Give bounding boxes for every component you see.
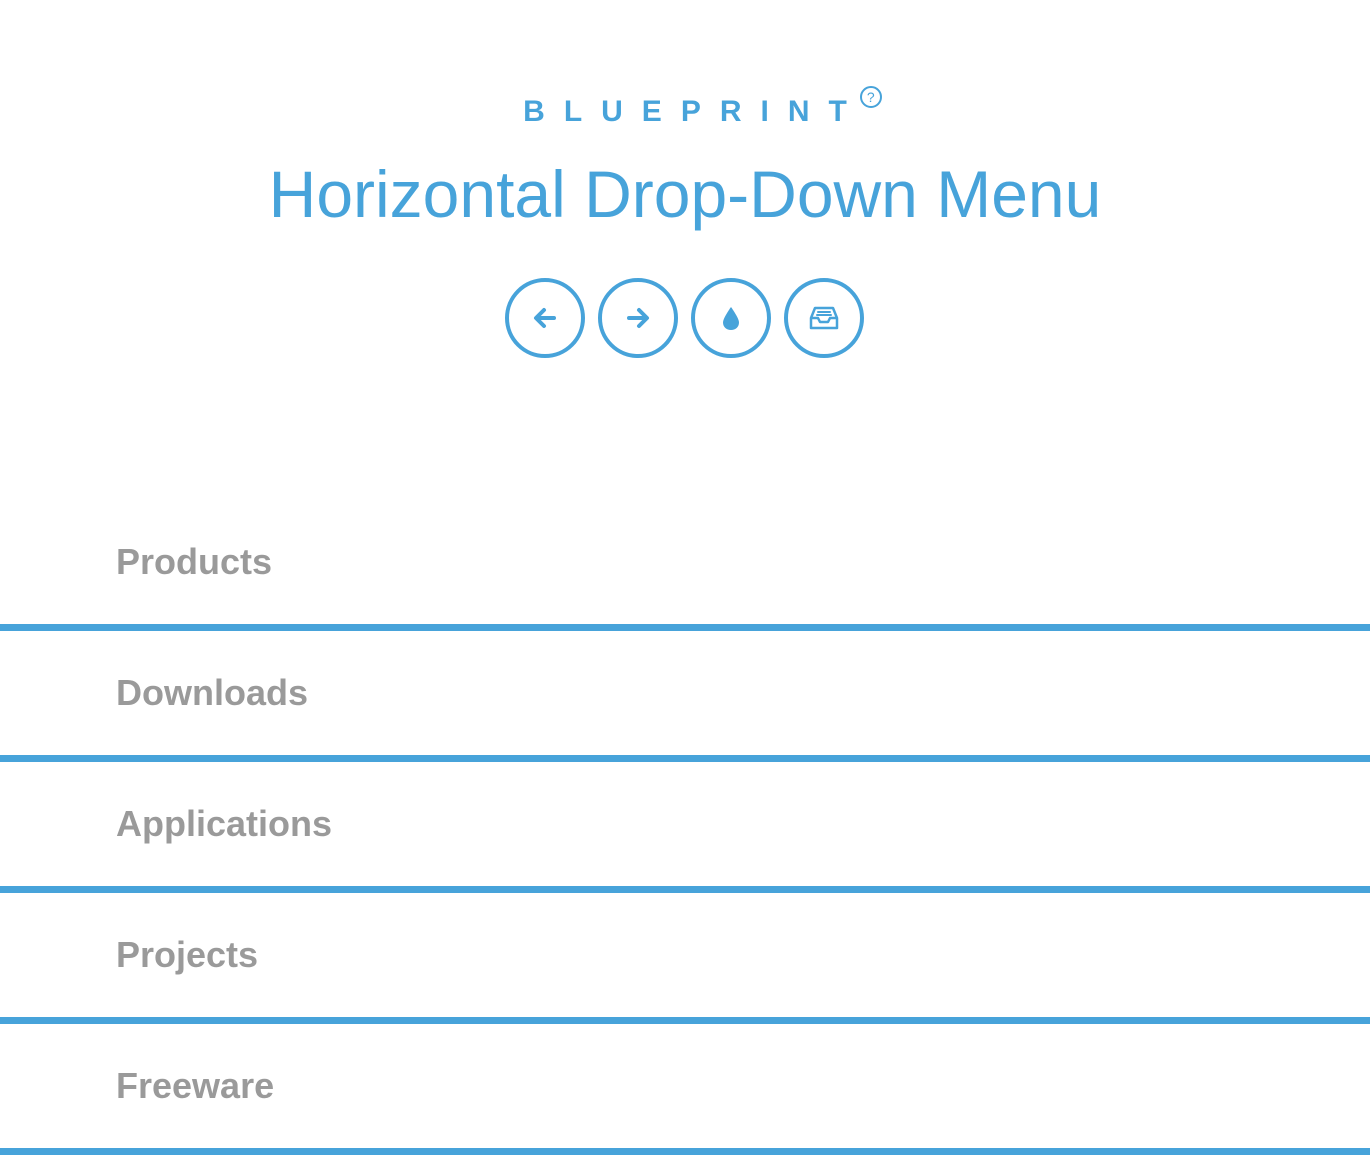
toolbar (505, 278, 864, 358)
main-menu: Products Downloads Applications Projects… (0, 500, 1370, 1155)
menu-item-downloads[interactable]: Downloads (0, 631, 1370, 762)
brand-name: BLUEPRINT (523, 95, 866, 128)
inbox-icon (809, 306, 839, 330)
drop-button[interactable] (691, 278, 771, 358)
menu-item-freeware[interactable]: Freeware (0, 1024, 1370, 1155)
arrow-left-icon (534, 308, 556, 328)
menu-item-label: Projects (116, 934, 259, 975)
menu-item-applications[interactable]: Applications (0, 762, 1370, 893)
help-icon[interactable]: ? (859, 86, 882, 108)
previous-demo-button[interactable] (505, 278, 585, 358)
menu-item-label: Freeware (116, 1065, 275, 1106)
archive-button[interactable] (784, 278, 864, 358)
menu-item-label: Products (116, 541, 273, 582)
brand-logo[interactable]: BLUEPRINT ? (0, 86, 1370, 132)
menu-item-products[interactable]: Products (0, 500, 1370, 631)
menu-item-projects[interactable]: Projects (0, 893, 1370, 1024)
page-title: Horizontal Drop-Down Menu (268, 157, 1102, 231)
menu-item-label: Applications (116, 803, 333, 844)
menu-item-label: Downloads (116, 672, 309, 713)
next-demo-button[interactable] (598, 278, 678, 358)
arrow-right-icon (627, 308, 649, 328)
drop-icon (723, 307, 739, 330)
